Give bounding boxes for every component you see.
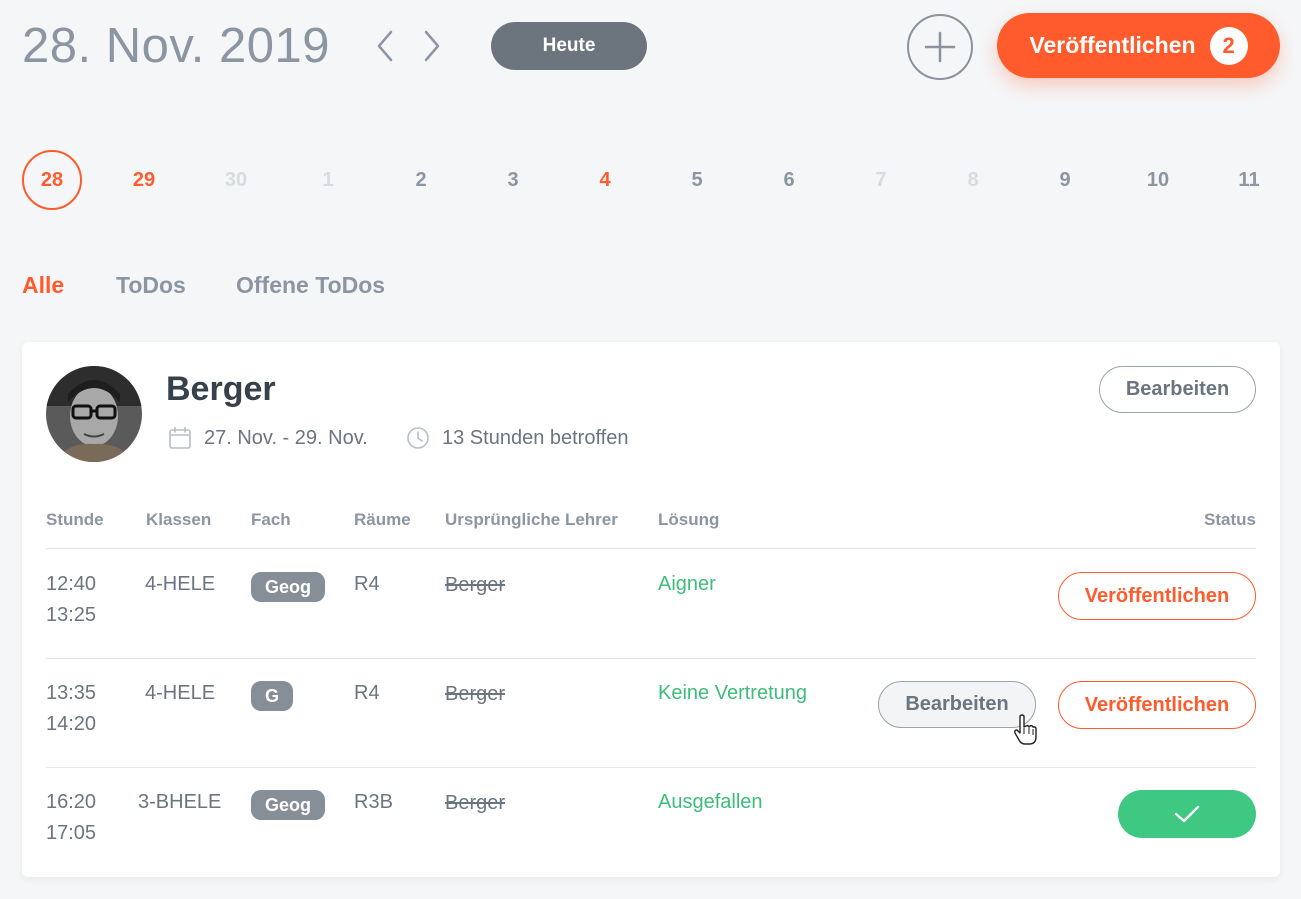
plus-icon	[924, 31, 956, 63]
subject-tag: G	[251, 681, 294, 711]
original-teacher: Berger	[445, 574, 506, 596]
day-item[interactable]: 1	[298, 150, 358, 210]
class-name: 4-HELE	[145, 682, 216, 704]
solution: Keine Vertretung	[658, 682, 807, 704]
lesson-end: 17:05	[46, 822, 97, 844]
subject-tag: Geog	[251, 790, 326, 820]
chevron-left-icon	[377, 30, 393, 62]
class-name: 4-HELE	[145, 573, 216, 595]
lesson-start: 12:40	[46, 573, 97, 595]
day-item[interactable]: 5	[667, 150, 727, 210]
column-header-status: Status	[1204, 510, 1256, 529]
day-item[interactable]: 9	[1035, 150, 1095, 210]
day-item[interactable]: 28	[22, 150, 82, 210]
check-icon	[1174, 805, 1200, 823]
room: R4	[354, 573, 380, 595]
lesson-start: 16:20	[46, 791, 97, 813]
lesson-end: 14:20	[46, 713, 97, 735]
divider	[46, 658, 1256, 659]
previous-day-button[interactable]	[372, 28, 398, 64]
lesson-start: 13:35	[46, 682, 97, 704]
publish-count-badge: 2	[1209, 26, 1248, 65]
today-button[interactable]: Heute	[491, 22, 647, 70]
tab-offene-todos[interactable]: Offene ToDos	[236, 272, 385, 299]
teacher-name: Berger	[166, 370, 276, 408]
day-item[interactable]: 6	[759, 150, 819, 210]
publish-button[interactable]: Veröffentlichen	[1058, 572, 1256, 620]
column-header-stunde: Stunde	[46, 510, 104, 529]
solution: Aigner	[658, 573, 716, 595]
divider	[46, 767, 1256, 768]
day-item[interactable]: 7	[851, 150, 911, 210]
date-range-text: 27. Nov. - 29. Nov.	[204, 426, 368, 449]
hours-affected-text: 13 Stunden betroffen	[442, 426, 629, 449]
column-header-fach: Fach	[251, 510, 291, 529]
column-header-loesung: Lösung	[658, 510, 720, 529]
chevron-right-icon	[424, 30, 440, 62]
published-status-button[interactable]	[1118, 790, 1256, 838]
column-header-lehrer: Ursprüngliche Lehrer	[445, 510, 618, 529]
page-title: 28. Nov. 2019	[22, 19, 330, 73]
day-item[interactable]: 29	[114, 150, 174, 210]
day-item[interactable]: 30	[206, 150, 266, 210]
class-name: 3-BHELE	[138, 791, 222, 813]
subject-tag: Geog	[251, 572, 326, 602]
avatar	[46, 366, 142, 462]
clock-icon	[407, 427, 429, 449]
original-teacher: Berger	[445, 792, 506, 814]
date-range: 27. Nov. - 29. Nov.	[168, 426, 368, 450]
publish-all-label: Veröffentlichen	[1029, 32, 1196, 58]
column-header-klassen: Klassen	[146, 510, 212, 529]
edit-absence-button[interactable]: Bearbeiten	[1099, 366, 1256, 413]
tab-alle[interactable]: Alle	[22, 272, 64, 299]
hours-affected: 13 Stunden betroffen	[406, 426, 628, 450]
original-teacher: Berger	[445, 683, 506, 705]
tab-todos[interactable]: ToDos	[116, 272, 186, 299]
day-item[interactable]: 8	[943, 150, 1003, 210]
day-item[interactable]: 2	[391, 150, 451, 210]
absence-card: Berger 27. Nov. - 29. Nov. 13 Stunden be…	[22, 342, 1280, 877]
add-button[interactable]	[907, 14, 973, 80]
column-header-raeume: Räume	[354, 510, 411, 529]
day-item[interactable]: 10	[1128, 150, 1188, 210]
day-item[interactable]: 3	[483, 150, 543, 210]
publish-all-button[interactable]: Veröffentlichen 2	[997, 13, 1280, 78]
lesson-end: 13:25	[46, 604, 97, 626]
divider	[46, 548, 1256, 549]
day-item[interactable]: 11	[1219, 150, 1279, 210]
publish-button[interactable]: Veröffentlichen	[1058, 681, 1256, 729]
solution: Ausgefallen	[658, 791, 763, 813]
hand-pointer-icon	[1014, 714, 1037, 745]
room: R4	[354, 682, 380, 704]
day-item[interactable]: 4	[575, 150, 635, 210]
room: R3B	[354, 791, 393, 813]
next-day-button[interactable]	[419, 28, 445, 64]
calendar-icon	[169, 426, 191, 449]
